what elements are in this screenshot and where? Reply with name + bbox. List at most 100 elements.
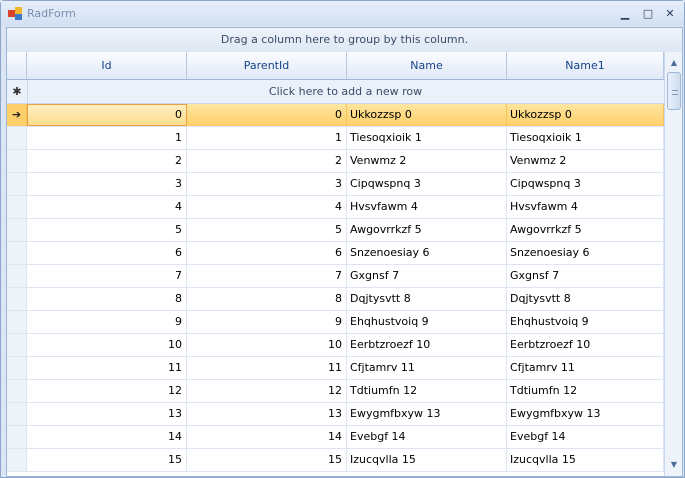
- cell-name[interactable]: Gxgnsf 7: [347, 265, 507, 287]
- table-row[interactable]: 7 7 Gxgnsf 7 Gxgnsf 7: [7, 265, 664, 288]
- cell-name1[interactable]: Ewygmfbxyw 13: [507, 403, 664, 425]
- column-header-id[interactable]: Id: [27, 52, 187, 80]
- table-row[interactable]: 14 14 Evebgf 14 Evebgf 14: [7, 426, 664, 449]
- cell-name1[interactable]: Gxgnsf 7: [507, 265, 664, 287]
- cell-name[interactable]: Snzenoesiay 6: [347, 242, 507, 264]
- table-row[interactable]: 3 3 Cipqwspnq 3 Cipqwspnq 3: [7, 173, 664, 196]
- cell-id[interactable]: 5: [27, 219, 187, 241]
- cell-name[interactable]: Eerbtzroezf 10: [347, 334, 507, 356]
- column-header-name1[interactable]: Name1: [507, 52, 664, 80]
- cell-name[interactable]: Cfjtamrv 11: [347, 357, 507, 379]
- cell-parentid[interactable]: 10: [187, 334, 347, 356]
- cell-id[interactable]: 15: [27, 449, 187, 471]
- cell-id[interactable]: 2: [27, 150, 187, 172]
- cell-name[interactable]: Ukkozzsp 0: [347, 104, 507, 126]
- table-row[interactable]: 15 15 Izucqvlla 15 Izucqvlla 15: [7, 449, 664, 472]
- cell-id[interactable]: 6: [27, 242, 187, 264]
- cell-id[interactable]: 8: [27, 288, 187, 310]
- cell-id[interactable]: 9: [27, 311, 187, 333]
- table-row[interactable]: ➔ 0 0 Ukkozzsp 0 Ukkozzsp 0: [7, 104, 664, 127]
- table-row[interactable]: 2 2 Venwmz 2 Venwmz 2: [7, 150, 664, 173]
- cell-name1[interactable]: Cipqwspnq 3: [507, 173, 664, 195]
- cell-name1[interactable]: Ehqhustvoiq 9: [507, 311, 664, 333]
- cell-name[interactable]: Ehqhustvoiq 9: [347, 311, 507, 333]
- cell-name1[interactable]: Venwmz 2: [507, 150, 664, 172]
- cell-name1[interactable]: Cfjtamrv 11: [507, 357, 664, 379]
- cell-name[interactable]: Tiesoqxioik 1: [347, 127, 507, 149]
- cell-name[interactable]: Evebgf 14: [347, 426, 507, 448]
- scroll-up-icon[interactable]: ▲: [667, 56, 681, 70]
- cell-name1[interactable]: Hvsvfawm 4: [507, 196, 664, 218]
- cell-parentid[interactable]: 6: [187, 242, 347, 264]
- column-header-parentid[interactable]: ParentId: [187, 52, 347, 80]
- maximize-button[interactable]: □: [638, 5, 658, 23]
- cell-name[interactable]: Awgovrrkzf 5: [347, 219, 507, 241]
- cell-name1[interactable]: Eerbtzroezf 10: [507, 334, 664, 356]
- cell-name1[interactable]: Ukkozzsp 0: [507, 104, 664, 126]
- scroll-down-icon[interactable]: ▼: [667, 458, 681, 472]
- table-row[interactable]: 11 11 Cfjtamrv 11 Cfjtamrv 11: [7, 357, 664, 380]
- cell-parentid[interactable]: 9: [187, 311, 347, 333]
- cell-name[interactable]: Izucqvlla 15: [347, 449, 507, 471]
- cell-name[interactable]: Tdtiumfn 12: [347, 380, 507, 402]
- cell-parentid[interactable]: 8: [187, 288, 347, 310]
- cell-name1[interactable]: Izucqvlla 15: [507, 449, 664, 471]
- cell-parentid[interactable]: 5: [187, 219, 347, 241]
- cell-parentid[interactable]: 11: [187, 357, 347, 379]
- minimize-button[interactable]: ▁: [615, 5, 635, 23]
- close-button[interactable]: ✕: [660, 5, 680, 23]
- cell-name1[interactable]: Evebgf 14: [507, 426, 664, 448]
- table-row[interactable]: 5 5 Awgovrrkzf 5 Awgovrrkzf 5: [7, 219, 664, 242]
- cell-name1[interactable]: Tdtiumfn 12: [507, 380, 664, 402]
- row-indicator: [7, 288, 27, 310]
- cell-name[interactable]: Dqjtysvtt 8: [347, 288, 507, 310]
- new-row-text[interactable]: Click here to add a new row: [27, 80, 664, 103]
- cell-parentid[interactable]: 3: [187, 173, 347, 195]
- cell-parentid[interactable]: 1: [187, 127, 347, 149]
- table-row[interactable]: 13 13 Ewygmfbxyw 13 Ewygmfbxyw 13: [7, 403, 664, 426]
- cell-parentid[interactable]: 7: [187, 265, 347, 287]
- cell-id[interactable]: 3: [27, 173, 187, 195]
- column-header-name[interactable]: Name: [347, 52, 507, 80]
- cell-name[interactable]: Cipqwspnq 3: [347, 173, 507, 195]
- table-row[interactable]: 10 10 Eerbtzroezf 10 Eerbtzroezf 10: [7, 334, 664, 357]
- cell-name1[interactable]: Awgovrrkzf 5: [507, 219, 664, 241]
- cell-id[interactable]: 1: [27, 127, 187, 149]
- data-grid[interactable]: Drag a column here to group by this colu…: [6, 27, 683, 477]
- cell-parentid[interactable]: 4: [187, 196, 347, 218]
- row-indicator: [7, 426, 27, 448]
- cell-name[interactable]: Ewygmfbxyw 13: [347, 403, 507, 425]
- title-bar[interactable]: RadForm ▁ □ ✕: [1, 1, 684, 26]
- row-indicator: [7, 150, 27, 172]
- cell-id[interactable]: 10: [27, 334, 187, 356]
- cell-id[interactable]: 12: [27, 380, 187, 402]
- new-row[interactable]: ✱ Click here to add a new row: [7, 80, 664, 104]
- cell-name1[interactable]: Snzenoesiay 6: [507, 242, 664, 264]
- cell-name[interactable]: Hvsvfawm 4: [347, 196, 507, 218]
- cell-name[interactable]: Venwmz 2: [347, 150, 507, 172]
- vertical-scrollbar[interactable]: ▲ ▼: [664, 52, 682, 476]
- cell-parentid[interactable]: 2: [187, 150, 347, 172]
- cell-id[interactable]: 11: [27, 357, 187, 379]
- table-row[interactable]: 12 12 Tdtiumfn 12 Tdtiumfn 12: [7, 380, 664, 403]
- table-row[interactable]: 4 4 Hvsvfawm 4 Hvsvfawm 4: [7, 196, 664, 219]
- cell-parentid[interactable]: 13: [187, 403, 347, 425]
- cell-id[interactable]: 7: [27, 265, 187, 287]
- table-row[interactable]: 8 8 Dqjtysvtt 8 Dqjtysvtt 8: [7, 288, 664, 311]
- table-row[interactable]: 9 9 Ehqhustvoiq 9 Ehqhustvoiq 9: [7, 311, 664, 334]
- current-row-arrow-icon: ➔: [7, 104, 27, 126]
- cell-parentid[interactable]: 12: [187, 380, 347, 402]
- cell-name1[interactable]: Tiesoqxioik 1: [507, 127, 664, 149]
- cell-parentid[interactable]: 15: [187, 449, 347, 471]
- cell-id[interactable]: 14: [27, 426, 187, 448]
- cell-id[interactable]: 0: [27, 104, 187, 126]
- cell-name1[interactable]: Dqjtysvtt 8: [507, 288, 664, 310]
- cell-parentid[interactable]: 14: [187, 426, 347, 448]
- group-panel[interactable]: Drag a column here to group by this colu…: [7, 28, 682, 53]
- table-row[interactable]: 6 6 Snzenoesiay 6 Snzenoesiay 6: [7, 242, 664, 265]
- scroll-thumb[interactable]: [667, 72, 681, 110]
- cell-id[interactable]: 13: [27, 403, 187, 425]
- table-row[interactable]: 1 1 Tiesoqxioik 1 Tiesoqxioik 1: [7, 127, 664, 150]
- cell-id[interactable]: 4: [27, 196, 187, 218]
- cell-parentid[interactable]: 0: [187, 104, 347, 126]
